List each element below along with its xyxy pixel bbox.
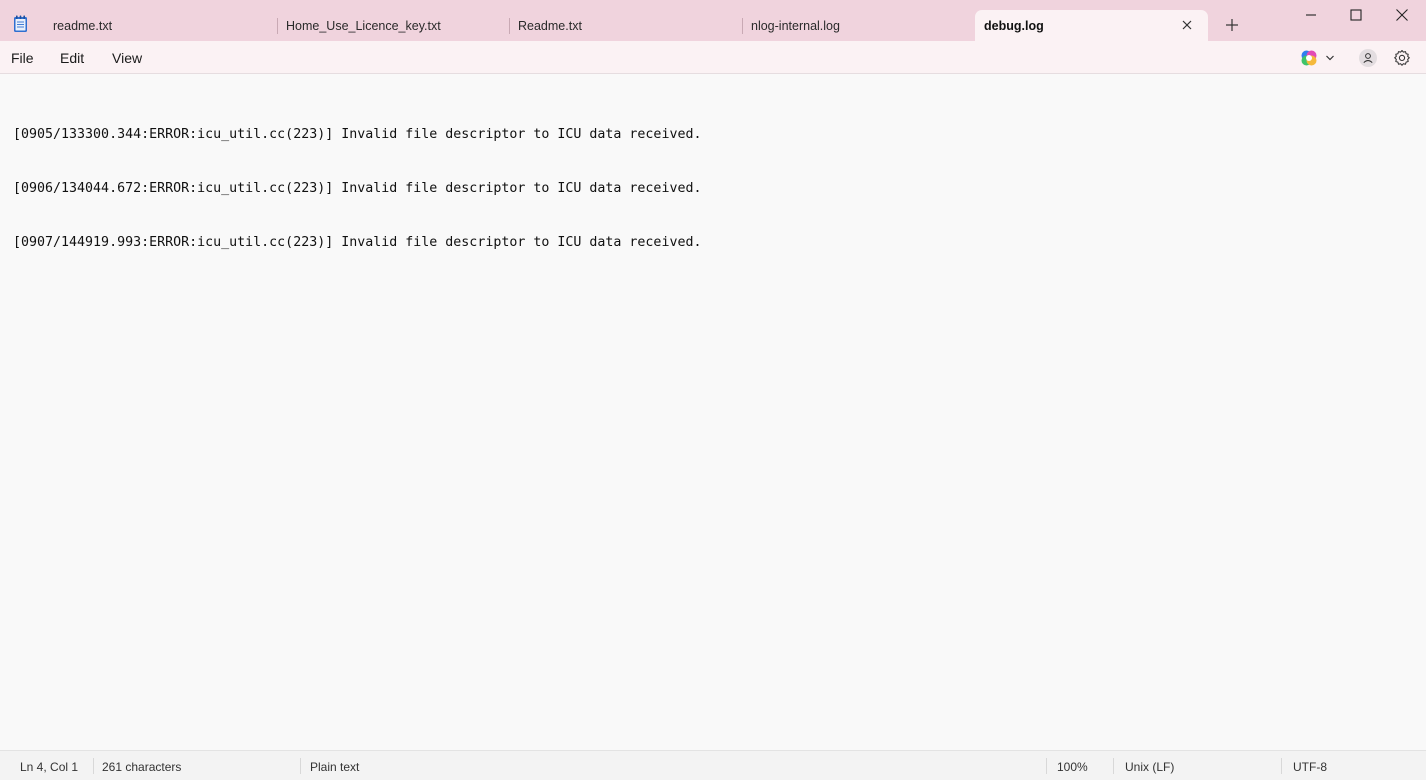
- status-separator: [1113, 758, 1114, 774]
- cursor-position: Ln 4, Col 1: [20, 760, 79, 774]
- editor-line: [0906/134044.672:ERROR:icu_util.cc(223)]…: [13, 181, 702, 196]
- gear-icon[interactable]: [1392, 48, 1412, 68]
- notepad-app-icon: [14, 15, 27, 32]
- account-icon[interactable]: [1358, 48, 1378, 68]
- minimize-icon[interactable]: [1301, 5, 1321, 25]
- copilot-icon: [1301, 50, 1317, 66]
- tab-readme-txt-2[interactable]: Readme.txt: [510, 10, 742, 41]
- menu-file[interactable]: File: [11, 50, 34, 66]
- status-separator: [93, 758, 94, 774]
- tab-label: Readme.txt: [518, 18, 582, 33]
- line-ending[interactable]: Unix (LF): [1125, 760, 1174, 774]
- tab-readme-txt[interactable]: readme.txt: [41, 10, 277, 41]
- status-separator: [1281, 758, 1282, 774]
- close-icon[interactable]: [1180, 18, 1194, 32]
- zoom-level[interactable]: 100%: [1057, 760, 1088, 774]
- status-bar: Ln 4, Col 1 261 characters Plain text 10…: [0, 750, 1426, 780]
- file-format[interactable]: Plain text: [310, 760, 359, 774]
- menu-bar: File Edit View: [0, 41, 1426, 74]
- plus-icon[interactable]: [1222, 15, 1242, 35]
- tab-label: nlog-internal.log: [751, 18, 840, 33]
- chevron-down-icon: [1326, 55, 1334, 61]
- tab-label: readme.txt: [53, 18, 113, 33]
- status-separator: [1046, 758, 1047, 774]
- editor-line: [0905/133300.344:ERROR:icu_util.cc(223)]…: [13, 127, 702, 142]
- status-separator: [300, 758, 301, 774]
- tab-label: debug.log: [984, 18, 1044, 33]
- text-editor[interactable]: [0905/133300.344:ERROR:icu_util.cc(223)]…: [0, 75, 1426, 750]
- editor-line: [0907/144919.993:ERROR:icu_util.cc(223)]…: [13, 235, 702, 250]
- copilot-button[interactable]: [1300, 48, 1340, 68]
- tab-debug-log[interactable]: debug.log: [975, 10, 1208, 41]
- window-close-icon[interactable]: [1392, 5, 1412, 25]
- menu-view[interactable]: View: [112, 50, 142, 66]
- tab-label: Home_Use_Licence_key.txt: [286, 18, 441, 33]
- title-bar: readme.txt Home_Use_Licence_key.txt Read…: [0, 0, 1426, 41]
- menu-edit[interactable]: Edit: [60, 50, 84, 66]
- character-count: 261 characters: [102, 760, 182, 774]
- maximize-icon[interactable]: [1346, 5, 1366, 25]
- tab-home-use-licence-key[interactable]: Home_Use_Licence_key.txt: [278, 10, 509, 41]
- tab-nlog-internal-log[interactable]: nlog-internal.log: [743, 10, 975, 41]
- encoding[interactable]: UTF-8: [1293, 760, 1327, 774]
